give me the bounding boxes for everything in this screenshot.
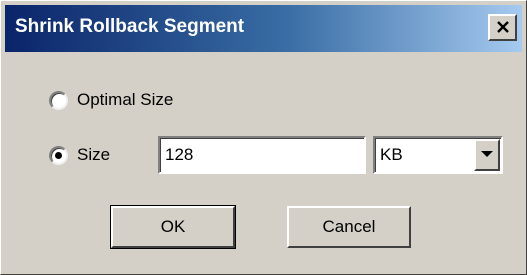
window-title: Shrink Rollback Segment: [15, 16, 245, 37]
size-radio[interactable]: [49, 145, 68, 165]
close-button[interactable]: [488, 14, 517, 41]
chevron-down-icon: [481, 151, 493, 157]
title-bar: Shrink Rollback Segment: [5, 5, 522, 52]
close-icon: [497, 21, 509, 33]
shrink-rollback-dialog: Shrink Rollback Segment Optimal Size Siz…: [0, 0, 527, 275]
ok-button[interactable]: OK: [110, 205, 236, 249]
optimal-size-radio[interactable]: [49, 90, 68, 110]
unit-select[interactable]: KB: [373, 136, 503, 174]
cancel-button[interactable]: Cancel: [287, 206, 411, 248]
unit-dropdown-button[interactable]: [474, 139, 500, 171]
unit-select-value: KB: [380, 145, 403, 164]
size-label: Size: [77, 145, 111, 164]
size-input[interactable]: 128: [158, 136, 366, 174]
optimal-size-label: Optimal Size: [77, 90, 174, 109]
optimal-size-option[interactable]: Optimal Size: [49, 90, 173, 110]
size-option[interactable]: Size: [49, 145, 110, 165]
